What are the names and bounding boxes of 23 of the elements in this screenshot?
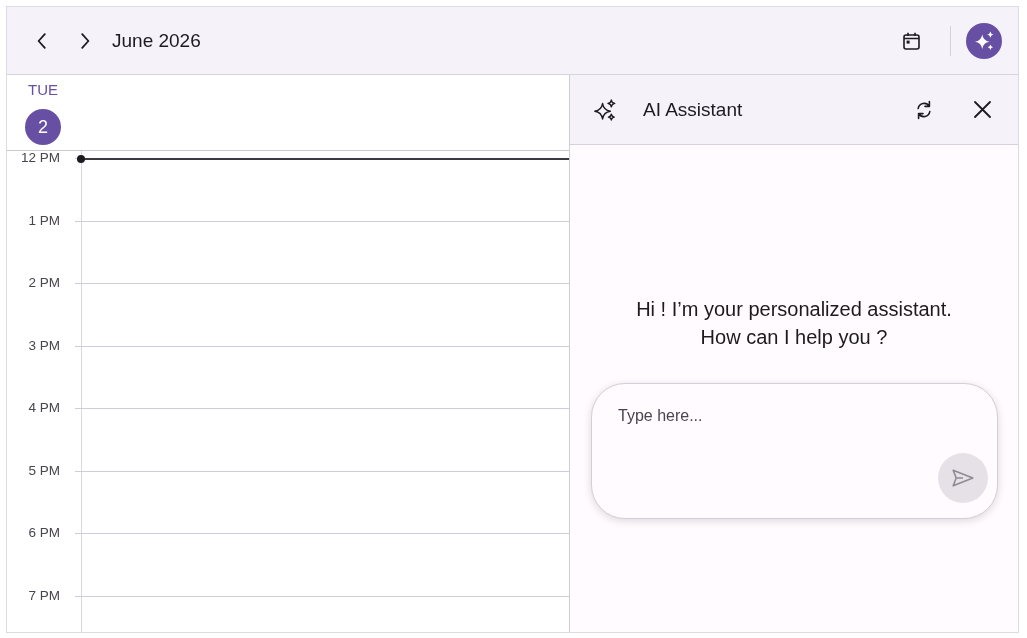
send-icon <box>952 469 974 487</box>
time-label: 7 PM <box>27 588 61 603</box>
greeting-text: Hi ! I’m your personalized assistant. How can I help you ? <box>635 297 953 350</box>
chevron-right-icon <box>80 32 90 49</box>
chat-input-field[interactable]: Type here... <box>591 383 998 519</box>
date-badge: 2 <box>25 109 61 145</box>
weekday-label: TUE <box>28 81 58 99</box>
panel-title: AI Assistant <box>643 97 744 122</box>
refresh-icon <box>916 99 932 120</box>
time-label: 6 PM <box>27 526 61 540</box>
time-label: 12 PM <box>19 151 61 165</box>
chevron-left-icon <box>36 32 46 49</box>
ai-assistant-button[interactable] <box>966 22 1002 59</box>
time-label: 4 PM <box>27 401 61 415</box>
time-label: 2 PM <box>27 276 61 290</box>
time-label: 5 PM <box>27 463 61 478</box>
sparkle-icon <box>594 98 616 121</box>
sparkle-icon <box>974 31 994 50</box>
month-title: June 2026 <box>112 28 201 53</box>
close-icon <box>973 101 991 118</box>
time-label: 1 PM <box>27 213 61 228</box>
calendar-icon <box>902 31 920 50</box>
time-label: 3 PM <box>27 338 61 353</box>
